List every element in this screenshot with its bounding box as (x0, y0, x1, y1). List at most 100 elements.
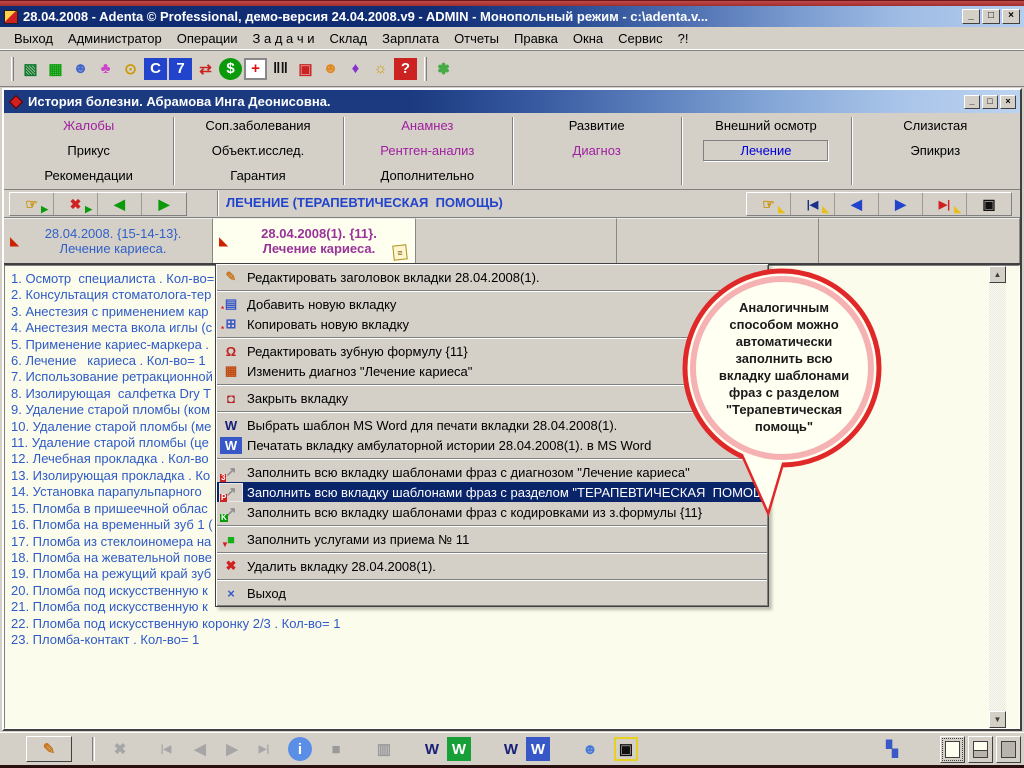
edit-note-button[interactable]: ✎ (26, 736, 72, 762)
section-tab-Внешний осмотр[interactable]: Внешний осмотр (681, 113, 850, 138)
menu-edit-tab-title[interactable]: ✎Редактировать заголовок вкладки 28.04.2… (217, 267, 767, 287)
menubar-item-1[interactable]: Администратор (68, 31, 162, 46)
new-document-icon[interactable]: ▧ (19, 58, 42, 80)
section-tab-Жалобы[interactable]: Жалобы (4, 113, 173, 138)
menubar-item-8[interactable]: Окна (573, 31, 603, 46)
calendar-7-icon[interactable]: 7 (169, 58, 192, 80)
scroll-down-button[interactable]: ▼ (989, 711, 1006, 728)
gift-icon[interactable]: ▣ (294, 58, 317, 80)
minimize-button[interactable]: _ (962, 9, 980, 24)
transfer-icon[interactable]: ⇄ (194, 58, 217, 80)
patients-icon[interactable]: ☻ (69, 58, 92, 80)
word-find-print-icon[interactable]: W (499, 737, 523, 761)
section-tab-Дополнительно[interactable]: Дополнительно (343, 163, 512, 188)
word-find-template-icon[interactable]: W (420, 737, 444, 761)
menubar-item-7[interactable]: Правка (514, 31, 558, 46)
first-aid-icon[interactable]: + (244, 58, 267, 80)
prev-record-icon[interactable]: ◀ (188, 737, 212, 761)
section-tab-Диагноз[interactable]: Диагноз (512, 138, 681, 163)
section-tab-Соп.заболевания[interactable]: Соп.заболевания (173, 113, 342, 138)
staff-icon[interactable]: ☻ (319, 58, 342, 80)
save-record-icon[interactable]: ▣ (614, 737, 638, 761)
menubar-item-2[interactable]: Операции (177, 31, 238, 46)
barcode-icon[interactable]: ‖‖ (269, 58, 292, 80)
section-tab-Развитие[interactable]: Развитие (512, 113, 681, 138)
menu-fill-by-diagnosis[interactable]: ↗3Заполнить всю вкладку шаблонами фраз с… (217, 462, 767, 482)
prev-section-button[interactable]: ◀ (98, 193, 142, 215)
payments-icon[interactable]: $ (219, 58, 242, 80)
menu-delete-tab[interactable]: ✖Удалить вкладку 28.04.2008(1). (217, 556, 767, 576)
layout-split-button[interactable] (968, 736, 993, 763)
menu-change-diagnosis[interactable]: ▦Изменить диагноз "Лечение кариеса" (217, 361, 767, 381)
menubar-item-10[interactable]: ?! (678, 31, 689, 46)
first-record-icon[interactable]: |◀ (154, 737, 178, 761)
section-tab-Анамнез[interactable]: Анамнез (343, 113, 512, 138)
section-tab-Объект.исслед.[interactable]: Объект.исслед. (173, 138, 342, 163)
save-tab-button[interactable]: ▣ (967, 193, 1011, 215)
next-tab-button[interactable]: ▶ (879, 193, 923, 215)
first-tab-button[interactable]: |◀◣ (791, 193, 835, 215)
celebration-icon[interactable]: ♣ (94, 58, 117, 80)
next-section-button[interactable]: ▶ (142, 193, 186, 215)
navigator-bar: ☞▶✖▶◀▶ ЛЕЧЕНИЕ (ТЕРАПЕВТИЧЕСКАЯ ПОМОЩЬ) … (4, 190, 1020, 218)
cancel-tab-button[interactable]: ✖▶ (54, 193, 98, 215)
restore-button[interactable]: □ (982, 9, 1000, 24)
menu-print-tab-word[interactable]: WПечатать вкладку амбулаторной истории 2… (217, 435, 767, 455)
word-template-icon[interactable]: W (447, 737, 471, 761)
treatment-line-23[interactable]: 23. Пломба-контакт . Кол-во= 1 (11, 632, 340, 648)
layout-blank-button[interactable] (996, 736, 1021, 763)
menu-fill-by-codes[interactable]: ↗KЗаполнить всю вкладку шаблонами фраз с… (217, 502, 767, 522)
schedule-icon[interactable]: ⊙ (119, 58, 142, 80)
section-tab-Рентген-анализ[interactable]: Рентген-анализ (343, 138, 512, 163)
record-tab-0[interactable]: ◣28.04.2008. {15-14-13}. Лечение кариеса… (4, 218, 213, 263)
mdi-restore-button[interactable]: □ (982, 95, 998, 109)
menubar-item-6[interactable]: Отчеты (454, 31, 499, 46)
section-tab-Гарантия[interactable]: Гарантия (173, 163, 342, 188)
section-tab-Слизистая[interactable]: Слизистая (851, 113, 1020, 138)
menubar-item-4[interactable]: Склад (330, 31, 368, 46)
palette-icon[interactable]: ♦ (344, 58, 367, 80)
card-file-icon[interactable]: ▦ (44, 58, 67, 80)
info-icon[interactable]: i (288, 737, 312, 761)
patients-icon[interactable]: ☻ (578, 737, 602, 761)
section-tab-Рекомендации[interactable]: Рекомендации (4, 163, 173, 188)
next-record-icon[interactable]: ▶ (220, 737, 244, 761)
close-button[interactable]: × (1002, 9, 1020, 24)
menu-edit-dental-formula[interactable]: ΩРедактировать зубную формулу {11} (217, 341, 767, 361)
treatment-line-22[interactable]: 22. Пломба под искусственную коронку 2/3… (11, 616, 340, 632)
word-print-icon[interactable]: W (526, 737, 550, 761)
menu-exit[interactable]: ×Выход (217, 583, 767, 603)
section-tab-Лечение[interactable]: Лечение (681, 138, 850, 163)
menubar-item-9[interactable]: Сервис (618, 31, 663, 46)
layout-single-button[interactable] (940, 736, 965, 763)
menu-fill-from-visit[interactable]: ■▼Заполнить услугами из приема № 11 (217, 529, 767, 549)
menubar-item-5[interactable]: Зарплата (382, 31, 439, 46)
help-book-icon[interactable]: ? (394, 58, 417, 80)
mdi-close-button[interactable]: × (1000, 95, 1016, 109)
apply-flag-button[interactable]: ☞◣ (747, 193, 791, 215)
vertical-scrollbar[interactable]: ▲ ▼ (989, 266, 1006, 728)
settings-icon[interactable]: ☼ (369, 58, 392, 80)
last-tab-button[interactable]: ▶|◣ (923, 193, 967, 215)
scroll-up-button[interactable]: ▲ (989, 266, 1006, 283)
print-icon[interactable]: ▥ (372, 737, 396, 761)
menubar-item-3[interactable]: З а д а ч и (253, 31, 315, 46)
stop-icon[interactable]: ■ (324, 737, 348, 761)
menu-close-tab[interactable]: ◘Закрыть вкладку (217, 388, 767, 408)
flower-icon[interactable]: ✽ (432, 58, 455, 80)
record-tab-1[interactable]: ◣28.04.2008(1). {11}. Лечение кариеса.≡ (213, 218, 416, 263)
calendar-c-icon[interactable]: C (144, 58, 167, 80)
menu-fill-by-section[interactable]: ↗PЗаполнить всю вкладку шаблонами фраз с… (217, 482, 767, 502)
section-tab-Эпикриз[interactable]: Эпикриз (851, 138, 1020, 163)
prev-tab-button[interactable]: ◀ (835, 193, 879, 215)
menubar-item-0[interactable]: Выход (14, 31, 53, 46)
mdi-minimize-button[interactable]: _ (964, 95, 980, 109)
delete-record-icon[interactable]: ✖ (108, 737, 132, 761)
apply-tab-button[interactable]: ☞▶ (10, 193, 54, 215)
last-record-icon[interactable]: ▶| (252, 737, 276, 761)
menu-add-tab[interactable]: ▤*Добавить новую вкладку (217, 294, 767, 314)
pinwheel-icon[interactable]: ▚ (880, 737, 904, 761)
menu-copy-tab[interactable]: ⊞*Копировать новую вкладку (217, 314, 767, 334)
section-tab-Прикус[interactable]: Прикус (4, 138, 173, 163)
menu-select-word-template[interactable]: WВыбрать шаблон MS Word для печати вклад… (217, 415, 767, 435)
